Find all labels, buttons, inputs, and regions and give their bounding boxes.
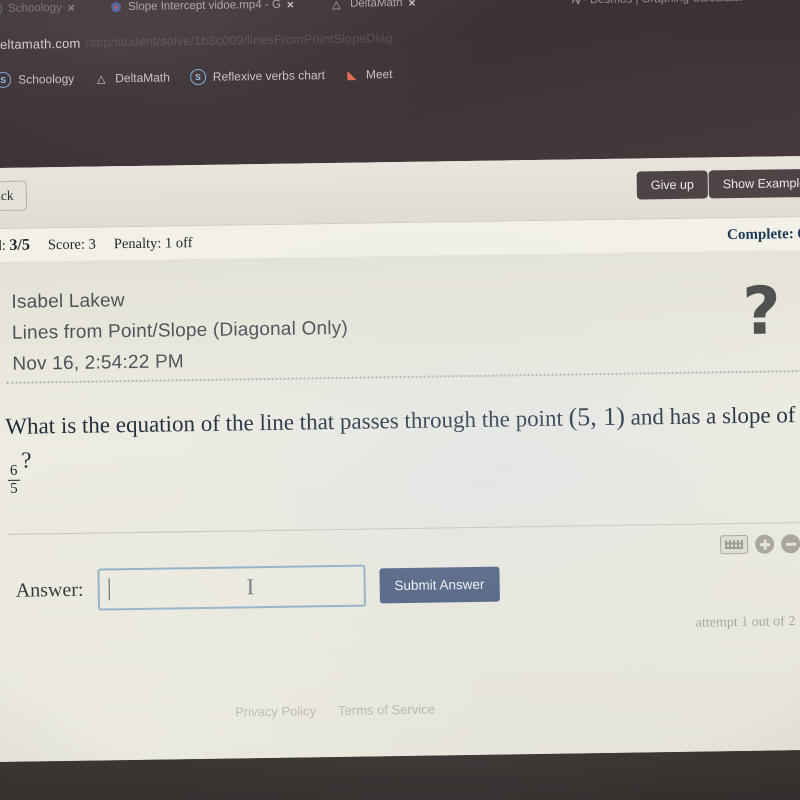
give-up-button[interactable]: Give up xyxy=(636,170,709,200)
penalty-stat: Penalty: 1 off xyxy=(114,235,193,253)
browser-tab-title: Slope Intercept vidoe.mp4 - G xyxy=(127,0,281,14)
close-icon[interactable]: × xyxy=(287,0,294,12)
attempt-counter: attempt 1 out of 2 xyxy=(695,614,796,631)
assignment-title: Lines from Point/Slope (Diagonal Only) xyxy=(11,317,349,344)
video-icon xyxy=(110,1,122,13)
browser-tab[interactable]: S Schoology × xyxy=(0,0,100,22)
browser-tab-title: DeltaMath xyxy=(349,0,403,10)
submit-answer-button[interactable]: Submit Answer xyxy=(379,566,500,603)
answer-toolbar xyxy=(719,534,800,555)
url-domain: deltamath.com xyxy=(0,35,81,52)
student-name: Isabel Lakew xyxy=(11,290,125,313)
help-question-mark-icon[interactable]: ? xyxy=(742,272,781,350)
bookmark-label: Meet xyxy=(365,67,393,82)
slope-numerator: 6 xyxy=(9,462,18,479)
back-button[interactable]: Back xyxy=(0,180,27,212)
text-caret xyxy=(108,578,111,601)
mouse-ibeam-cursor: I xyxy=(246,574,255,600)
deltamath-page: Back Give up Show Example ecord: 3/5 Sco… xyxy=(0,155,800,763)
slope-denominator: 5 xyxy=(8,479,20,497)
question-part-2: and has a slope of xyxy=(630,402,796,430)
answer-input[interactable]: I xyxy=(97,564,366,611)
browser-tab[interactable]: Slope Intercept vidoe.mp4 - G × xyxy=(110,0,320,20)
bookmark-reflexive-verbs-chart[interactable]: S Reflexive verbs chart xyxy=(189,67,326,86)
question-text: What is the equation of the line that pa… xyxy=(5,396,799,497)
desmos-icon xyxy=(571,0,586,6)
bookmark-label: Schoology xyxy=(18,71,75,87)
zoom-in-icon[interactable] xyxy=(754,534,775,554)
close-icon[interactable]: × xyxy=(408,0,415,10)
record-value: 3/5 xyxy=(9,236,31,254)
footer-links: Privacy Policy Terms of Service xyxy=(0,696,800,723)
answer-row: Answer: I Submit Answer xyxy=(15,563,500,612)
complete-percentage: Complete: 60% xyxy=(726,225,800,243)
zoom-out-icon[interactable] xyxy=(780,534,800,554)
question-part-1: What is the equation of the line that pa… xyxy=(5,405,564,439)
browser-tab-title: Schoology xyxy=(8,2,62,15)
answer-label: Answer: xyxy=(15,578,84,602)
privacy-policy-link[interactable]: Privacy Policy xyxy=(235,703,316,719)
keyboard-icon[interactable] xyxy=(719,534,749,555)
terms-of-service-link[interactable]: Terms of Service xyxy=(338,702,435,718)
assignment-header: Isabel Lakew Lines from Point/Slope (Dia… xyxy=(11,283,348,380)
bookmark-label: DeltaMath xyxy=(115,70,170,86)
record-label: ecord: xyxy=(0,237,6,255)
browser-tab-title: Desmos | Graphing Calculator xyxy=(590,0,744,6)
penalty-label: Penalty: xyxy=(113,235,162,252)
bookmark-schoology[interactable]: S Schoology xyxy=(0,71,75,89)
show-example-button[interactable]: Show Example xyxy=(708,168,800,199)
deltamath-icon: △ xyxy=(331,0,341,12)
penalty-value: 1 off xyxy=(164,234,193,252)
question-point: (5, 1) xyxy=(568,401,626,432)
schoology-icon: S xyxy=(0,1,3,17)
question-part-3: ? xyxy=(21,447,32,473)
slope-fraction: 6 5 xyxy=(8,462,20,497)
bookmark-label: Reflexive verbs chart xyxy=(212,68,326,84)
close-icon[interactable]: × xyxy=(68,1,75,15)
score-value: 3 xyxy=(88,236,96,253)
screen-photo: S Schoology × Slope Intercept vidoe.mp4 … xyxy=(0,0,800,800)
browser-tab-active[interactable]: △ DeltaMath × xyxy=(332,0,562,17)
record-stat: ecord: 3/5 xyxy=(0,237,30,256)
url-path: /app/student/solve/1b3c009/linesFromPoin… xyxy=(85,31,393,50)
browser-chrome: S Schoology × Slope Intercept vidoe.mp4 … xyxy=(0,0,800,169)
schoology-icon: S xyxy=(0,71,12,89)
schoology-icon: S xyxy=(189,68,206,86)
problem-card: Isabel Lakew Lines from Point/Slope (Dia… xyxy=(0,249,800,763)
google-meet-icon: ◣ xyxy=(347,67,357,82)
browser-tab[interactable]: Desmos | Graphing Calculator xyxy=(571,0,800,13)
bookmark-deltamath[interactable]: △ DeltaMath xyxy=(94,70,170,85)
assignment-timestamp: Nov 16, 2:54:22 PM xyxy=(12,350,185,375)
score-label: Score: xyxy=(47,236,86,253)
score-stat: Score: 3 xyxy=(48,236,96,254)
deltamath-icon: △ xyxy=(96,72,106,86)
tilted-screen-content: S Schoology × Slope Intercept vidoe.mp4 … xyxy=(0,0,800,800)
answer-divider xyxy=(6,522,800,535)
bookmark-meet[interactable]: ◣ Meet xyxy=(345,67,393,82)
